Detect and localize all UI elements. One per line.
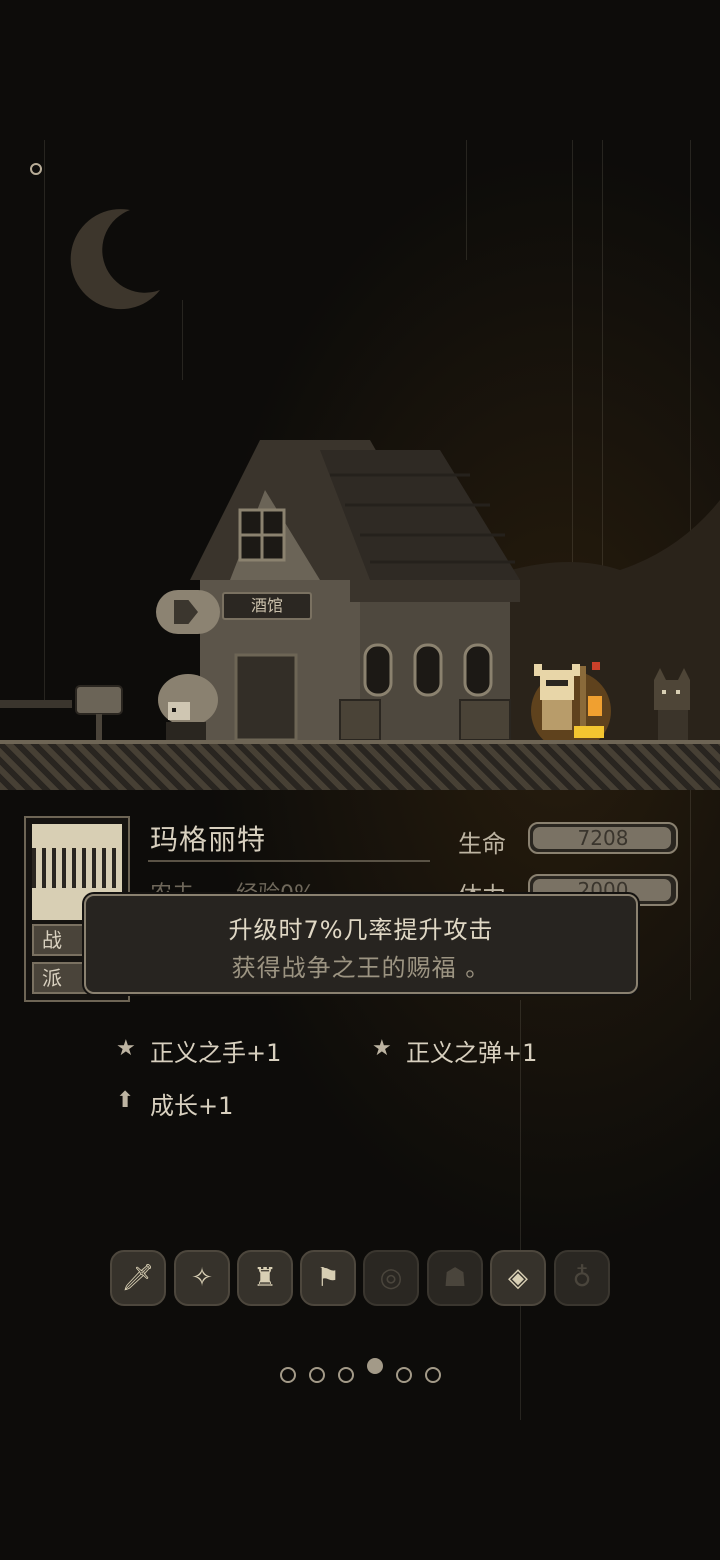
game-screen: 酒馆 战 派 玛格丽特 生命 7208 2000 升级时7%几率提升攻击 获得战… bbox=[0, 0, 720, 1560]
slot-potion-icon[interactable]: ♁ bbox=[554, 1250, 610, 1306]
rain-streak bbox=[182, 300, 183, 380]
slot-bag-icon[interactable]: ◎ bbox=[363, 1250, 419, 1306]
page-dot[interactable] bbox=[396, 1367, 412, 1383]
tooltip-description: 获得战争之王的赐福 。 bbox=[231, 954, 491, 982]
tooltip-title: 升级时7%几率提升攻击 bbox=[228, 916, 494, 944]
portrait-hair bbox=[32, 848, 122, 888]
ground-edge bbox=[0, 740, 720, 744]
menu-ring-icon[interactable] bbox=[30, 163, 42, 175]
arrow-up-icon: ⬆ bbox=[116, 1088, 135, 1113]
mailbox-icon[interactable] bbox=[74, 684, 124, 744]
page-dot[interactable] bbox=[425, 1367, 441, 1383]
campfire-knight[interactable] bbox=[526, 656, 616, 746]
rain-streak bbox=[44, 140, 45, 700]
page-dot[interactable] bbox=[280, 1367, 296, 1383]
slot-chandelier-icon[interactable]: ✧ bbox=[174, 1250, 230, 1306]
slot-flame-icon[interactable]: ◈ bbox=[490, 1250, 546, 1306]
fence bbox=[0, 700, 72, 708]
ground bbox=[0, 740, 720, 790]
tavern-sign[interactable]: 酒馆 bbox=[222, 592, 312, 620]
character-name: 玛格丽特 bbox=[150, 823, 267, 856]
page-dot[interactable] bbox=[338, 1367, 354, 1383]
dog-character[interactable] bbox=[648, 668, 698, 744]
hp-value: 7208 bbox=[577, 826, 629, 850]
hero-character[interactable] bbox=[148, 672, 228, 744]
rain-streak bbox=[466, 140, 467, 260]
star-icon: ★ bbox=[116, 1036, 136, 1061]
enter-arrow-icon bbox=[174, 600, 198, 624]
slot-cat-icon[interactable]: ☗ bbox=[427, 1250, 483, 1306]
moon-icon bbox=[70, 209, 160, 310]
skill-item[interactable]: 成长+1 bbox=[150, 1086, 233, 1121]
slot-boots-icon[interactable]: ⚑ bbox=[300, 1250, 356, 1306]
trait-tooltip: 升级时7%几率提升攻击 获得战争之王的赐福 。 bbox=[84, 894, 638, 994]
slot-armor-icon[interactable]: ♜ bbox=[237, 1250, 293, 1306]
skill-item[interactable]: 正义之弹+1 bbox=[406, 1033, 537, 1068]
name-underline bbox=[148, 860, 430, 862]
enter-tavern-bubble[interactable] bbox=[156, 590, 220, 634]
page-dot[interactable] bbox=[309, 1367, 325, 1383]
slot-sword-icon[interactable]: 🗡 bbox=[110, 1250, 166, 1306]
hp-label: 生命 bbox=[458, 830, 506, 858]
page-dot-active[interactable] bbox=[367, 1358, 383, 1374]
skill-item[interactable]: 正义之手+1 bbox=[150, 1033, 281, 1068]
star-icon: ★ bbox=[372, 1036, 392, 1061]
hp-bar: 7208 bbox=[528, 822, 678, 854]
